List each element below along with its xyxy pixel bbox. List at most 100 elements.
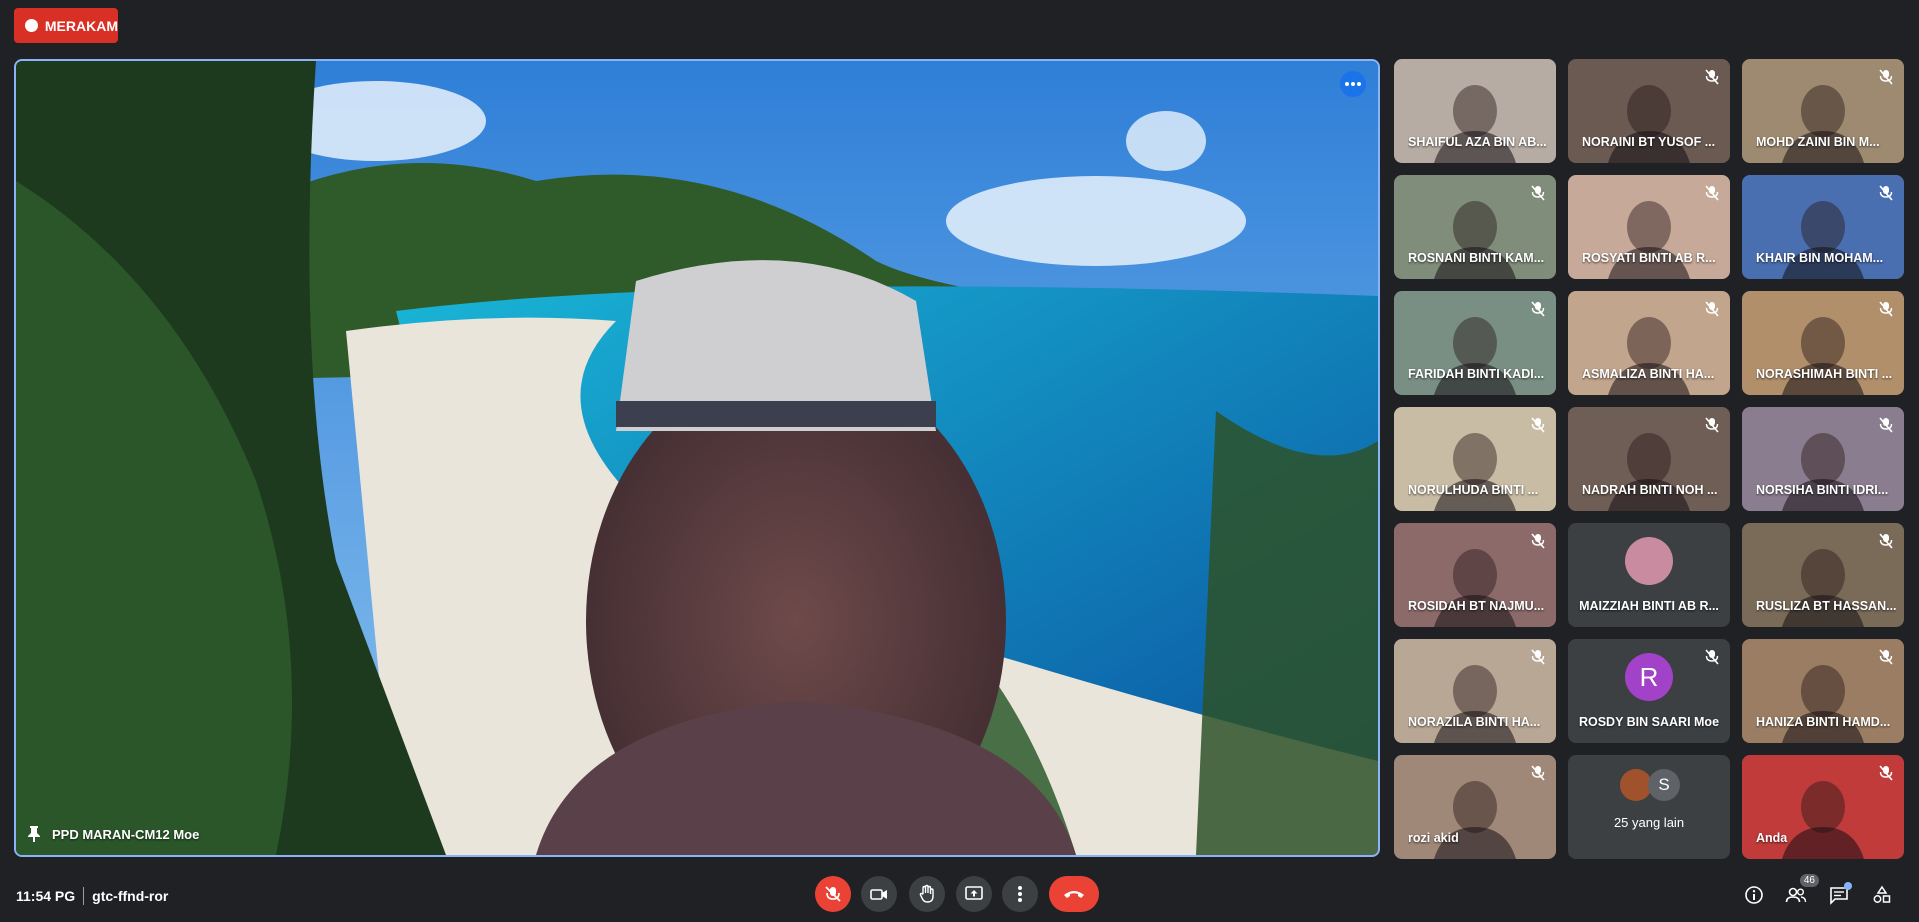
more-options-button[interactable] [1340,71,1366,97]
meeting-details-button[interactable] [1741,882,1767,908]
participant-name: ROSYATI BINTI AB R... [1582,251,1716,265]
chat-button[interactable] [1826,882,1852,908]
main-speaker-label: PPD MARAN-CM12 Moe [26,825,199,843]
vertical-more-icon [1018,886,1022,902]
mic-off-icon [1702,67,1722,87]
main-speaker-name: PPD MARAN-CM12 Moe [52,826,200,842]
participant-name: FARIDAH BINTI KADI... [1408,367,1545,381]
participant-name: ROSNANI BINTI KAM... [1408,251,1545,265]
bottom-toolbar: 11:54 PG gtc-ffnd-ror 46 [0,872,1919,922]
activities-button[interactable] [1869,882,1895,908]
participant-name: HANIZA BINTI HAMD... [1756,715,1891,729]
participant-name: KHAIR BIN MOHAM... [1756,251,1884,265]
present-screen-button[interactable] [956,876,992,912]
separator [83,887,85,905]
more-options-toolbar-button[interactable] [1002,876,1038,912]
mic-off-icon [1528,415,1548,435]
meeting-info: 11:54 PG gtc-ffnd-ror [16,887,168,905]
mic-off-icon [1702,299,1722,319]
meeting-code: gtc-ffnd-ror [92,888,169,904]
participant-tile[interactable]: NADRAH BINTI NOH ... [1568,407,1730,511]
others-avatar-letter: S [1648,769,1680,801]
people-icon [1785,887,1807,903]
participant-tile[interactable]: R ROSDY BIN SAARI Moe [1568,639,1730,743]
people-count-badge: 46 [1799,874,1819,887]
participant-tile[interactable]: NORULHUDA BINTI ... [1394,407,1556,511]
participant-name: NORASHIMAH BINTI ... [1756,367,1893,381]
recording-badge: MERAKAM [14,8,118,43]
mic-off-icon [1876,531,1896,551]
mic-off-icon [1876,763,1896,783]
mic-off-icon [1528,299,1548,319]
participant-tile[interactable]: ROSNANI BINTI KAM... [1394,175,1556,279]
mic-off-icon [1876,415,1896,435]
participant-tile[interactable]: MOHD ZAINI BIN M... [1742,59,1904,163]
mic-off-icon [1876,299,1896,319]
participant-name: NORULHUDA BINTI ... [1408,483,1539,497]
participant-grid: SHAIFUL AZA BIN AB... NORAINI BT YUSOF ..… [1394,59,1906,859]
hand-icon [919,884,934,903]
camera-icon [870,889,887,900]
participant-tile[interactable]: KHAIR BIN MOHAM... [1742,175,1904,279]
participant-name: NORAINI BT YUSOF ... [1582,135,1716,149]
participant-name: MAIZZIAH BINTI AB R... [1579,599,1719,613]
participant-tile[interactable]: NORAINI BT YUSOF ... [1568,59,1730,163]
mic-off-icon [1702,183,1722,203]
info-icon [1745,886,1763,904]
mic-off-icon [1528,183,1548,203]
mic-off-icon [1528,647,1548,667]
mic-off-icon [1528,531,1548,551]
participant-name: MOHD ZAINI BIN M... [1756,135,1880,149]
mic-off-icon [1876,647,1896,667]
participant-name: ROSDY BIN SAARI Moe [1578,715,1720,729]
participant-tile[interactable]: ROSYATI BINTI AB R... [1568,175,1730,279]
mic-off-icon [1702,415,1722,435]
participant-tile[interactable]: ROSIDAH BT NAJMU... [1394,523,1556,627]
camera-toggle-button[interactable] [861,876,897,912]
others-count-label: 25 yang lain [1613,815,1685,830]
participant-tile[interactable]: Anda [1742,755,1904,859]
others-avatars: S [1620,769,1680,803]
leave-call-button[interactable] [1049,876,1099,912]
main-speaker-tile[interactable]: PPD MARAN-CM12 Moe [14,59,1380,857]
participant-name: NORAZILA BINTI HA... [1408,715,1541,729]
participant-tile[interactable]: SHAIFUL AZA BIN AB... [1394,59,1556,163]
clock-time: 11:54 PG [16,888,76,904]
participant-name: Anda [1756,831,1788,845]
participant-tile[interactable]: HANIZA BINTI HAMD... [1742,639,1904,743]
participant-tile[interactable]: NORSIHA BINTI IDRI... [1742,407,1904,511]
participant-name: ASMALIZA BINTI HA... [1582,367,1715,381]
mic-off-icon [1528,763,1548,783]
participant-tile[interactable]: MAIZZIAH BINTI AB R... [1568,523,1730,627]
raise-hand-button[interactable] [909,876,945,912]
participant-name: ROSIDAH BT NAJMU... [1408,599,1545,613]
participant-name: SHAIFUL AZA BIN AB... [1408,135,1547,149]
mic-off-icon [1876,67,1896,87]
hang-up-icon [1064,891,1084,898]
recording-label: MERAKAM [44,17,118,34]
recording-dot-icon [25,19,38,32]
participant-tile[interactable]: RUSLIZA BT HASSAN... [1742,523,1904,627]
beach-background [16,61,1378,855]
microphone-toggle-button[interactable] [815,876,851,912]
participant-name: NORSIHA BINTI IDRI... [1756,483,1889,497]
participant-tile[interactable]: S 25 yang lain [1568,755,1730,859]
chat-notification-dot [1844,882,1852,890]
participant-avatar: R [1625,653,1673,701]
participant-tile[interactable]: NORASHIMAH BINTI ... [1742,291,1904,395]
more-options-icon [1345,82,1349,86]
participant-tile[interactable]: FARIDAH BINTI KADI... [1394,291,1556,395]
participant-tile[interactable]: rozi akid [1394,755,1556,859]
participant-name: RUSLIZA BT HASSAN... [1756,599,1896,613]
mic-off-icon [1876,183,1896,203]
participant-tile[interactable]: NORAZILA BINTI HA... [1394,639,1556,743]
pin-icon[interactable] [26,825,42,843]
present-icon [965,886,983,900]
people-button[interactable]: 46 [1783,874,1819,908]
participant-avatar [1625,537,1673,585]
mic-off-icon [825,886,841,902]
participant-name: rozi akid [1408,831,1459,845]
mic-off-icon [1702,647,1722,667]
activities-shapes-icon [1873,885,1891,903]
participant-tile[interactable]: ASMALIZA BINTI HA... [1568,291,1730,395]
